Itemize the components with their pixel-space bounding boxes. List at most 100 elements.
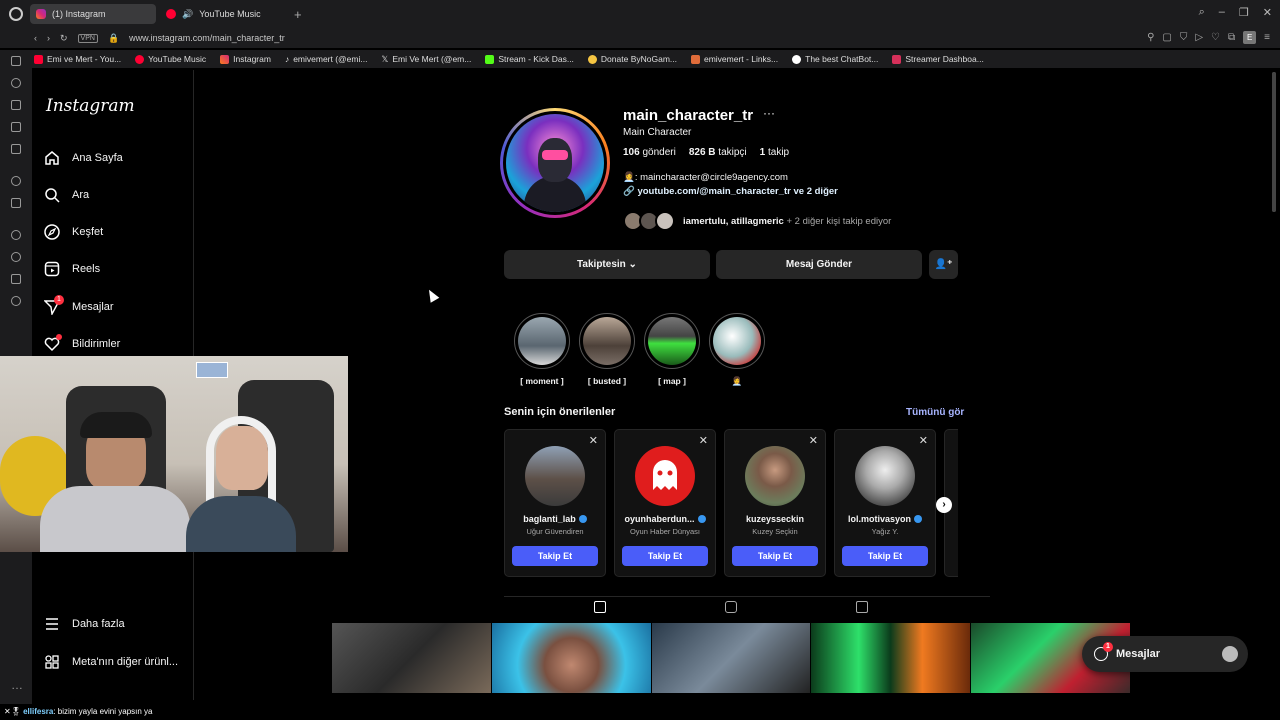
aria-icon[interactable]	[11, 176, 21, 186]
post-thumbnail[interactable]	[811, 623, 971, 693]
tab-youtube-music[interactable]: 🔊 YouTube Music	[160, 4, 286, 24]
avatar[interactable]	[745, 446, 805, 506]
browser-scrollbar[interactable]	[1272, 72, 1276, 212]
tab-instagram[interactable]: (1) Instagram	[30, 4, 156, 24]
highlight[interactable]: [ busted ]	[579, 313, 635, 386]
add-user-button[interactable]: 👤⁺	[929, 250, 958, 279]
bookmark-item[interactable]: The best ChatBot...	[792, 54, 878, 64]
nav-home[interactable]: Ana Sayfa	[44, 150, 123, 166]
x-sidebar-icon[interactable]	[11, 198, 21, 208]
post-thumbnail[interactable]	[651, 623, 811, 693]
messenger-icon[interactable]	[11, 56, 21, 66]
close-icon[interactable]: ✕	[1263, 6, 1272, 19]
follow-button[interactable]: Takip Et	[842, 546, 928, 566]
instagram-sidebar-icon[interactable]	[11, 230, 21, 240]
nav-explore[interactable]: Keşfet	[44, 224, 103, 240]
bio-link[interactable]: 🔗 youtube.com/@main_character_tr ve 2 di…	[623, 186, 838, 197]
url-field[interactable]: www.instagram.com/main_character_tr	[129, 33, 285, 43]
send-message-button[interactable]: Mesaj Gönder	[716, 250, 922, 279]
maps-icon[interactable]	[11, 144, 21, 154]
extensions-icon[interactable]: ⧉	[1228, 32, 1235, 43]
dismiss-icon[interactable]: ✕	[919, 434, 928, 447]
post-thumbnail[interactable]	[332, 623, 491, 693]
profile-avatar-story-ring[interactable]	[500, 108, 610, 218]
shield-icon[interactable]: ⛉	[1180, 32, 1188, 43]
bookmark-item[interactable]: YouTube Music	[135, 54, 206, 64]
new-tab-button[interactable]: +	[294, 7, 302, 22]
bookmark-icon[interactable]: ⚲	[1147, 32, 1154, 43]
forward-icon[interactable]: ›	[47, 33, 50, 43]
instagram-logo[interactable]: Instagram	[46, 96, 135, 116]
suggestion-username[interactable]: oyunhaberdun...	[615, 514, 715, 524]
bookmark-item[interactable]: Stream - Kick Das...	[485, 54, 574, 64]
lock-icon: 🔒	[107, 32, 120, 43]
more-sidebar-icon[interactable]: …	[11, 678, 23, 692]
dismiss-icon[interactable]: ✕	[809, 434, 818, 447]
avatar[interactable]	[855, 446, 915, 506]
nav-notifications[interactable]: Bildirimler	[44, 334, 120, 352]
profile-stats: 106 gönderi 826 B takipçi 1 takip	[623, 147, 789, 158]
follow-button[interactable]: Takip Et	[512, 546, 598, 566]
nav-more[interactable]: Daha fazla	[44, 616, 125, 632]
extensions-sidebar-icon[interactable]	[11, 274, 21, 284]
nav-messages[interactable]: 1 Mesajlar	[43, 295, 114, 317]
restore-icon[interactable]: ❐	[1239, 6, 1249, 19]
menu-icon[interactable]: ≡	[1264, 32, 1270, 43]
profile-options-button[interactable]: ···	[763, 106, 775, 120]
streamer-shirt	[186, 496, 296, 552]
dismiss-icon[interactable]: ✕	[699, 434, 708, 447]
flow-icon[interactable]	[11, 100, 21, 110]
follow-button[interactable]: Takip Et	[622, 546, 708, 566]
following-stat[interactable]: 1 takip	[760, 147, 789, 158]
post-thumbnail[interactable]	[491, 623, 651, 693]
vpn-badge[interactable]: VPN	[77, 33, 98, 43]
donate-icon	[587, 54, 597, 64]
followed-by[interactable]: iamertulu, atillagmeric + 2 diğer kişi t…	[623, 211, 891, 231]
bookmark-item[interactable]: Streamer Dashboa...	[892, 54, 984, 64]
reels-tab-icon[interactable]	[725, 601, 737, 613]
highlight[interactable]: [ map ]	[644, 313, 700, 386]
reload-icon[interactable]: ↻	[60, 33, 68, 44]
followers-stat[interactable]: 826 B takipçi	[689, 147, 747, 158]
highlight[interactable]: [ moment ]	[514, 313, 570, 386]
floating-messages-label: Mesajlar	[1116, 648, 1161, 660]
profile-avatar[interactable]: E	[1243, 31, 1257, 44]
bookmark-item[interactable]: Emi ve Mert - You...	[34, 54, 121, 64]
see-all-link[interactable]: Tümünü gör	[906, 407, 964, 418]
nav-meta[interactable]: Meta'nın diğer ürünl...	[44, 654, 178, 670]
tagged-tab-icon[interactable]	[856, 601, 868, 613]
grid-tab-icon[interactable]	[594, 601, 606, 613]
back-icon[interactable]: ‹	[34, 33, 37, 43]
bookmark-item[interactable]: ♪ emivemert (@emi...	[285, 54, 368, 64]
suggestion-username[interactable]: lol.motivasyon	[835, 514, 935, 524]
history-icon[interactable]	[11, 78, 21, 88]
play-icon[interactable]: ▷	[1195, 32, 1203, 43]
floating-messages-button[interactable]: 1 Mesajlar	[1082, 636, 1248, 672]
chevron-right-icon[interactable]: ›	[936, 497, 952, 513]
opera-logo-icon[interactable]	[9, 7, 23, 21]
nav-reels[interactable]: Reels	[44, 261, 100, 277]
search-icon[interactable]: ⌕	[1199, 6, 1205, 19]
heart-icon	[44, 334, 62, 352]
suggestion-username[interactable]: baglanti_lab	[505, 514, 605, 524]
snapshot-icon[interactable]: ▢	[1162, 32, 1171, 43]
avatar[interactable]	[635, 446, 695, 506]
bookmark-item[interactable]: Donate ByNoGam...	[587, 54, 677, 64]
bookmark-item[interactable]: 𝕏 Emi Ve Mert (@em...	[381, 54, 471, 65]
nav-search[interactable]: Ara	[44, 187, 89, 203]
dismiss-icon[interactable]: ✕	[589, 434, 598, 447]
avatar[interactable]	[525, 446, 585, 506]
following-count: 1	[759, 147, 766, 158]
bookmark-item[interactable]: Instagram	[220, 54, 271, 64]
clock-icon[interactable]	[11, 252, 21, 262]
following-button[interactable]: Takiptesin ⌄	[504, 250, 710, 279]
wallet-icon[interactable]	[11, 122, 21, 132]
follow-button[interactable]: Takip Et	[732, 546, 818, 566]
minimize-icon[interactable]: –	[1219, 6, 1225, 19]
heart-icon[interactable]: ♡	[1211, 32, 1220, 43]
suggestion-username[interactable]: kuzeysseckin	[725, 514, 825, 524]
settings-icon[interactable]	[11, 296, 21, 306]
youtube-music-icon	[135, 54, 145, 64]
bookmark-item[interactable]: emivemert - Links...	[690, 54, 778, 64]
highlight[interactable]: 👩‍💼	[709, 313, 765, 387]
